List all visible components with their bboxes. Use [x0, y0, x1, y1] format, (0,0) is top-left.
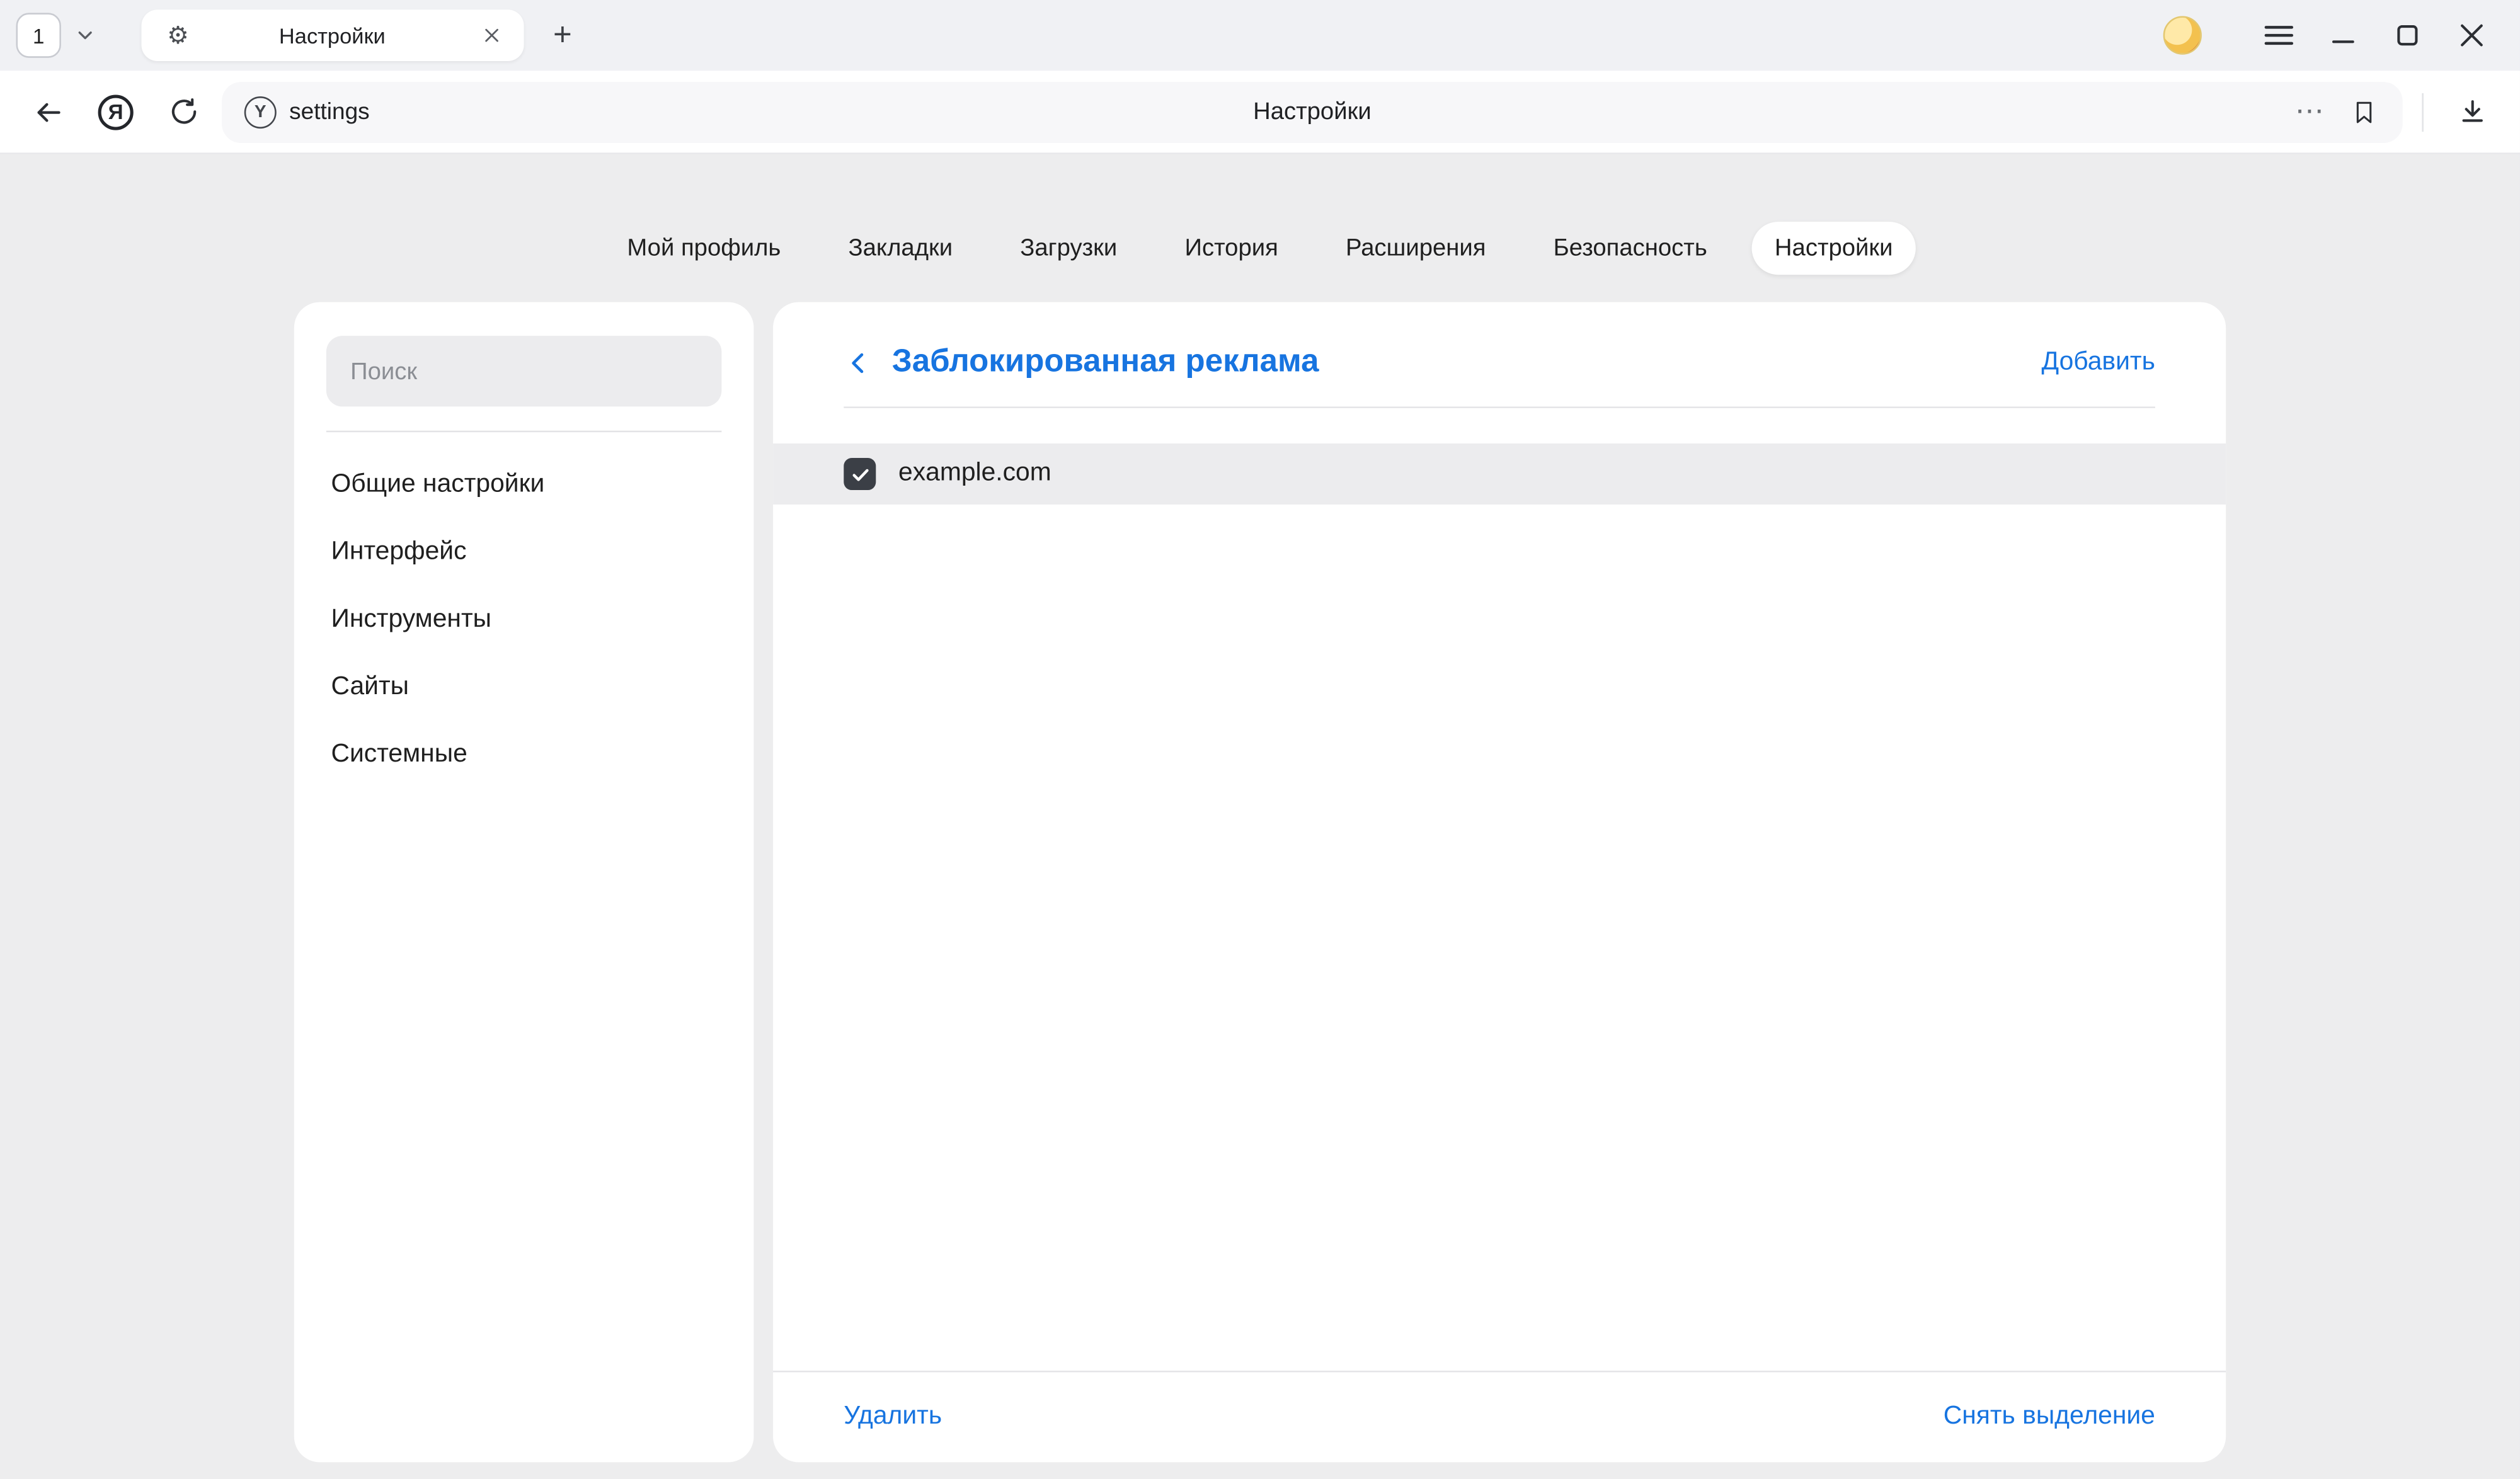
tab-settings[interactable]: Настройки	[1752, 221, 1915, 274]
page-title: Заблокированная реклама	[892, 344, 1319, 381]
tab-bookmarks[interactable]: Закладки	[826, 221, 975, 274]
sidebar-item-tools[interactable]: Инструменты	[326, 586, 722, 654]
search-input[interactable]	[326, 336, 722, 406]
address-bar-page-title: Настройки	[222, 98, 2403, 125]
more-options-icon[interactable]: ⋯	[2289, 95, 2332, 129]
window-close-button[interactable]	[2439, 11, 2504, 60]
window-minimize-button[interactable]	[2311, 11, 2375, 60]
row-checkbox[interactable]	[844, 458, 876, 490]
avatar[interactable]	[2163, 16, 2202, 55]
tab-count-button[interactable]: 1	[16, 13, 61, 57]
menu-hamburger-icon[interactable]	[2247, 11, 2311, 60]
tab-bar: 1 ⚙ Настройки +	[0, 0, 2520, 71]
bookmark-icon[interactable]	[2342, 89, 2386, 134]
sidebar-item-system[interactable]: Системные	[326, 721, 722, 789]
panel-spacer	[773, 505, 2226, 1371]
panel-header: Заблокированная реклама Добавить	[773, 302, 2226, 381]
toolbar-divider	[2422, 93, 2424, 131]
blocked-domain: example.com	[898, 460, 1051, 489]
sidebar-item-general[interactable]: Общие настройки	[326, 452, 722, 519]
settings-nav-tabs: Мой профиль Закладки Загрузки История Ра…	[0, 219, 2520, 277]
new-tab-button[interactable]: +	[540, 13, 585, 57]
sidebar-item-interface[interactable]: Интерфейс	[326, 519, 722, 586]
tab-close-icon[interactable]	[476, 20, 508, 52]
settings-sidebar: Общие настройки Интерфейс Инструменты Са…	[294, 302, 754, 1463]
tab-security[interactable]: Безопасность	[1531, 221, 1730, 274]
url-text: settings	[289, 99, 370, 125]
blocked-ads-list: example.com	[773, 443, 2226, 505]
browser-toolbar: Я Y settings Настройки ⋯	[0, 71, 2520, 154]
blocked-ads-panel: Заблокированная реклама Добавить example…	[773, 302, 2226, 1463]
reload-button[interactable]	[154, 83, 212, 140]
delete-button[interactable]: Удалить	[844, 1403, 942, 1432]
browser-window: 1 ⚙ Настройки +	[0, 0, 2520, 1478]
sidebar-item-sites[interactable]: Сайты	[326, 654, 722, 721]
settings-page: Мой профиль Закладки Загрузки История Ра…	[0, 154, 2520, 1478]
tab-title: Настройки	[189, 23, 476, 47]
tab-history[interactable]: История	[1162, 221, 1301, 274]
address-bar[interactable]: Y settings Настройки ⋯	[222, 81, 2403, 142]
add-button[interactable]: Добавить	[2041, 348, 2155, 377]
tab-my-profile[interactable]: Мой профиль	[605, 221, 803, 274]
tab-downloads[interactable]: Загрузки	[998, 221, 1140, 274]
window-maximize-button[interactable]	[2375, 11, 2439, 60]
site-favicon-icon: Y	[244, 96, 277, 128]
back-chevron-icon[interactable]	[844, 348, 873, 377]
downloads-button[interactable]	[2443, 83, 2501, 140]
browser-tab-settings[interactable]: ⚙ Настройки	[141, 9, 524, 61]
back-button[interactable]	[20, 83, 77, 140]
tab-list-chevron-down-icon[interactable]	[64, 13, 106, 57]
sidebar-divider	[326, 431, 722, 433]
deselect-button[interactable]: Снять выделение	[1944, 1403, 2155, 1432]
gear-icon: ⚙	[167, 21, 188, 50]
yandex-logo-icon: Я	[98, 94, 134, 129]
tab-group: 1	[16, 13, 106, 57]
list-item[interactable]: example.com	[773, 443, 2226, 505]
yandex-home-button[interactable]: Я	[87, 83, 145, 140]
tab-extensions[interactable]: Расширения	[1323, 221, 1508, 274]
panel-footer: Удалить Снять выделение	[773, 1371, 2226, 1462]
header-divider	[844, 406, 2155, 408]
